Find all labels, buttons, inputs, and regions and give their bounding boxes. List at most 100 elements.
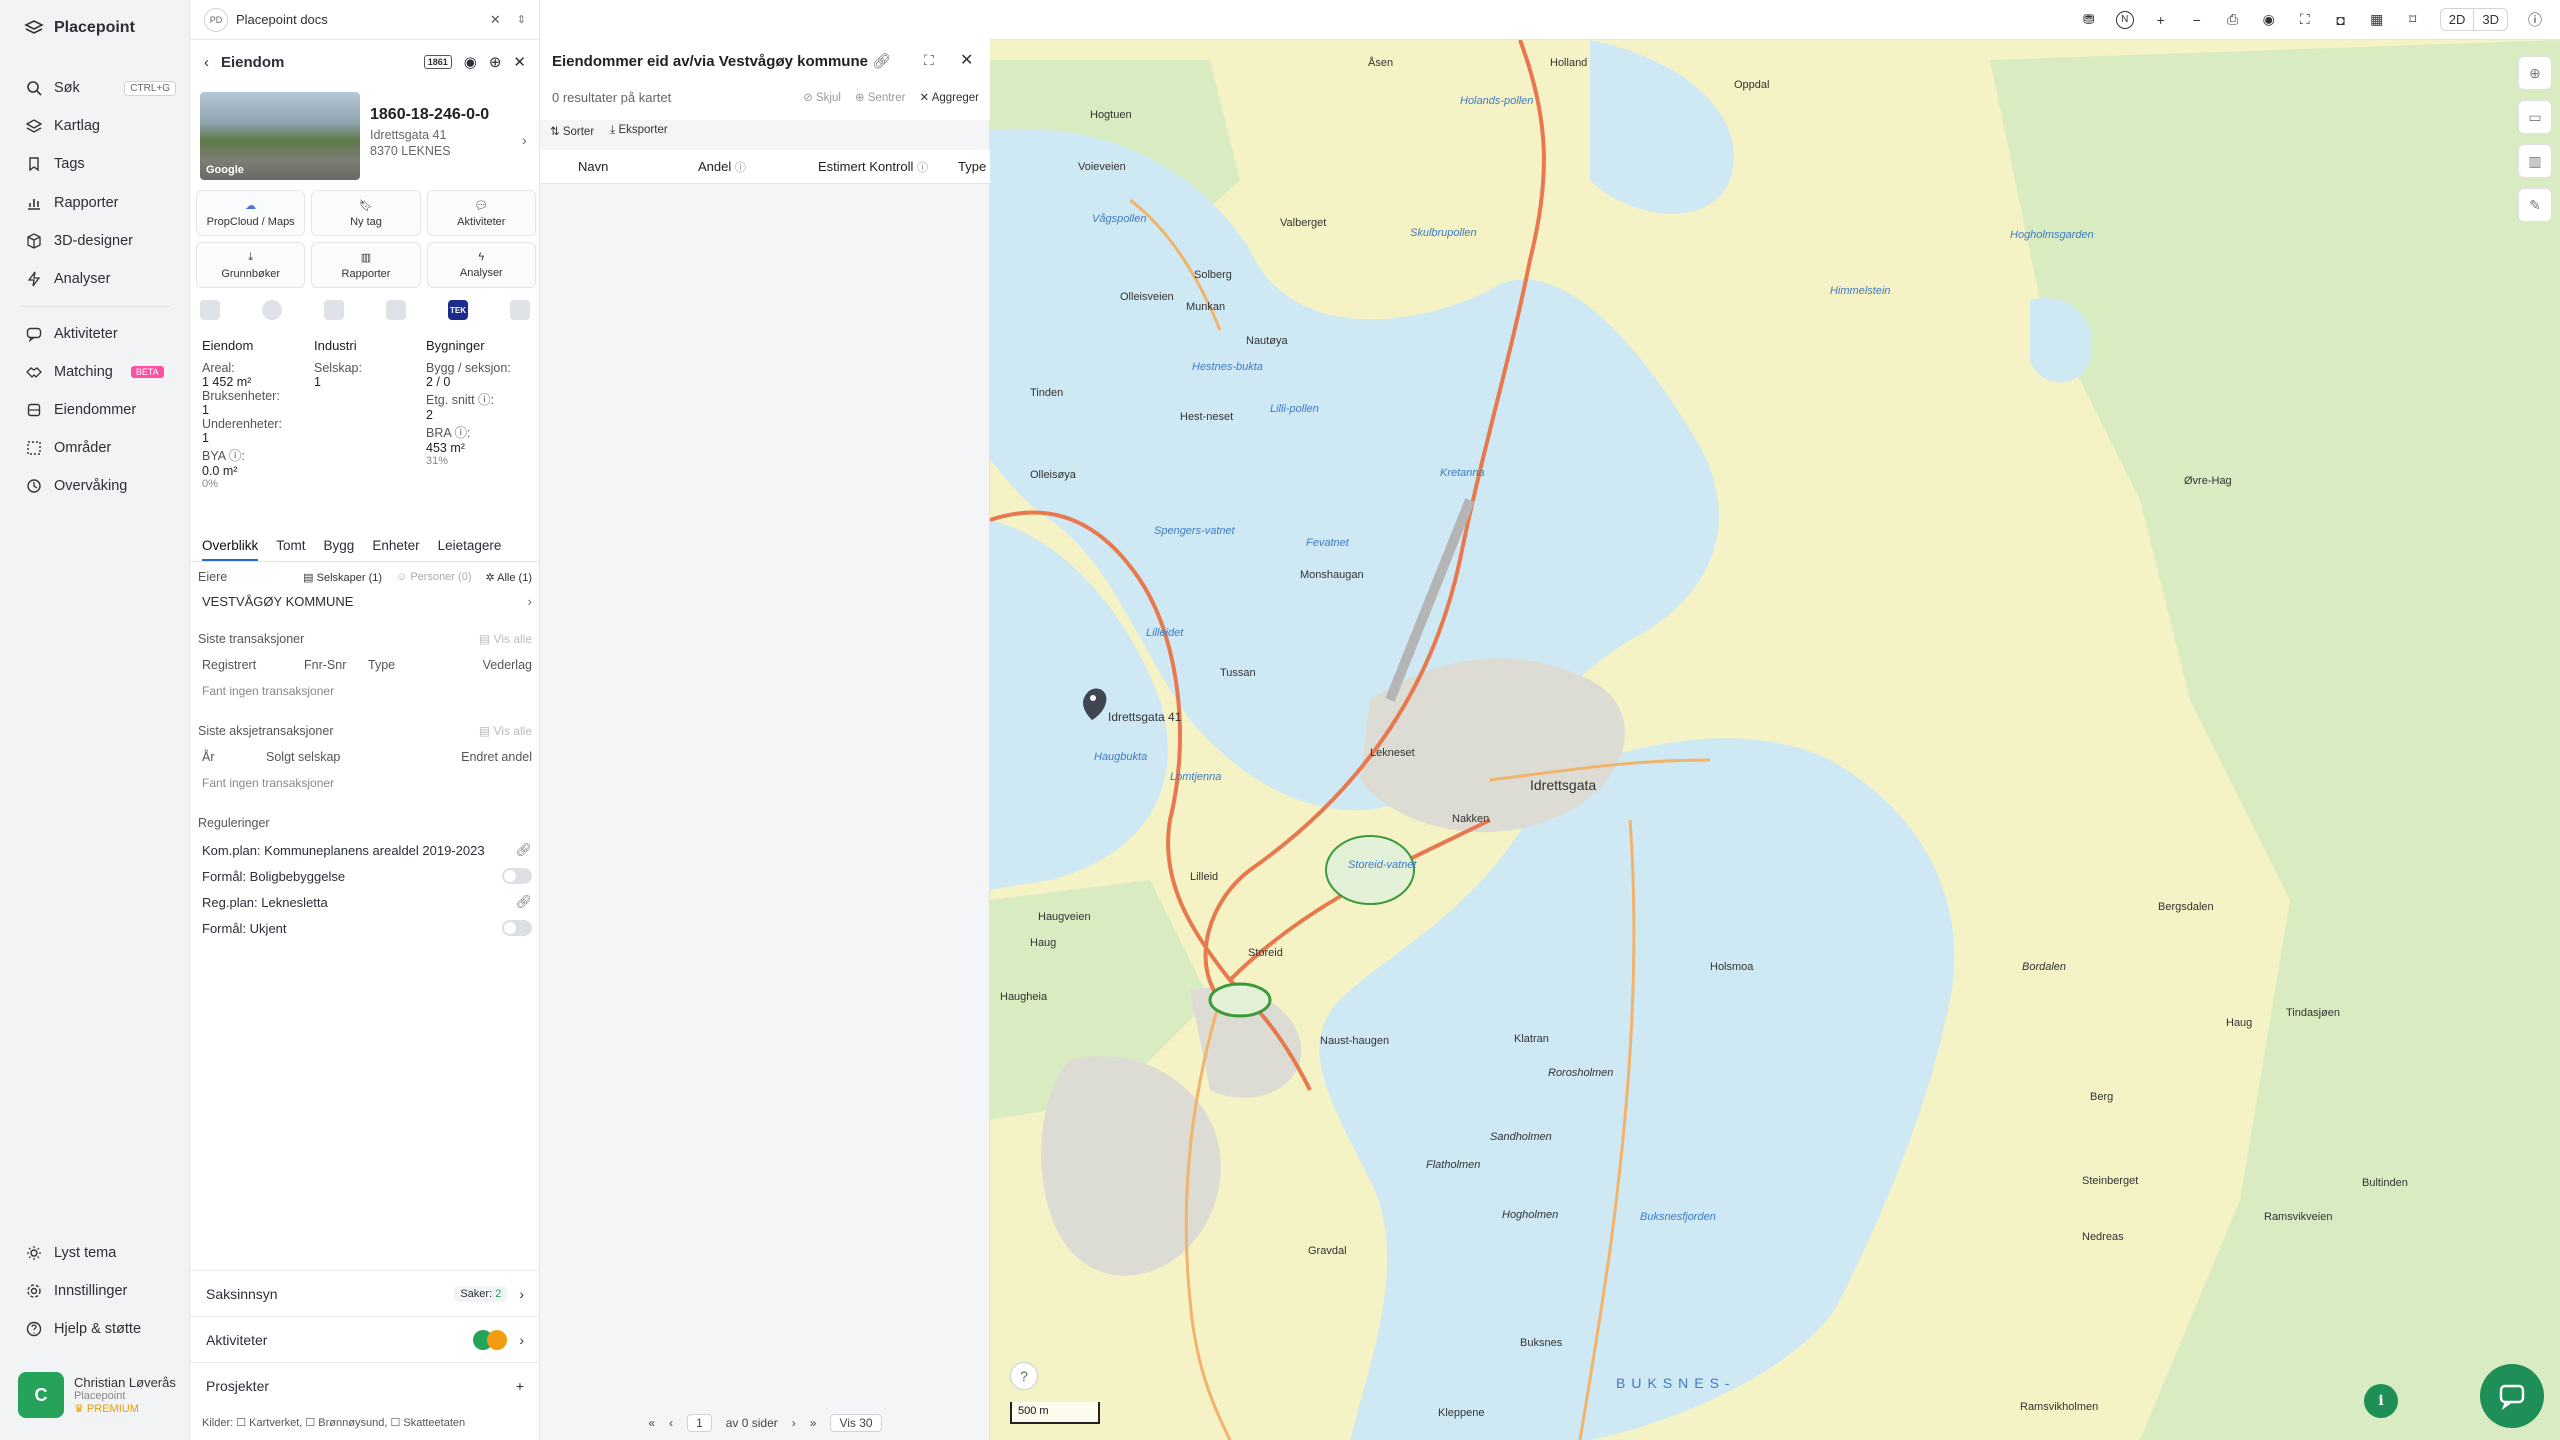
layer-toggle[interactable] (502, 868, 532, 884)
nav-item-omrader[interactable]: Områder (26, 434, 176, 462)
property-address[interactable]: 1860-18-246-0-0 Idrettsgata 41 8370 LEKN… (370, 106, 489, 158)
prev-page-icon[interactable]: ‹ (669, 1416, 673, 1430)
filter-all[interactable]: ✲ Alle (1) (485, 571, 532, 584)
close-icon[interactable]: ✕ (513, 53, 526, 71)
owner-row[interactable]: VESTVÅGØY KOMMUNE › (198, 594, 532, 609)
nav-item-innstillinger[interactable]: Innstillinger (26, 1277, 176, 1305)
layer-toggle[interactable] (502, 920, 532, 936)
nav-item-eiendommer[interactable]: Eiendommer (26, 396, 176, 424)
info-icon[interactable]: ⓘ (2526, 11, 2544, 29)
bookmark-icon[interactable]: ⌑ (2404, 11, 2422, 29)
next-page-icon[interactable]: › (792, 1416, 796, 1430)
map-canvas[interactable]: Idrettsgata 41 Åsen Holland Oppdal Hogtu… (990, 0, 2560, 1440)
close-icon[interactable]: ✕ (960, 50, 973, 70)
tab-bygg[interactable]: Bygg (324, 532, 355, 561)
matrikkel-icon[interactable]: 1861 (423, 55, 452, 69)
home-icon[interactable] (510, 300, 530, 320)
reports-button[interactable]: ▥ Rapporter (311, 242, 421, 288)
tab-enheter[interactable]: Enheter (372, 532, 419, 561)
first-page-icon[interactable]: « (648, 1416, 655, 1430)
map-help-button[interactable]: ? (1010, 1362, 1038, 1390)
prosjekter-row[interactable]: Prosjekter + (190, 1362, 540, 1408)
grid-icon[interactable]: ▦ (2368, 11, 2386, 29)
regulation-row[interactable]: Reg.plan: Leknesletta 🔗︎ (198, 894, 532, 910)
fullscreen-icon[interactable]: ⛶ (2296, 11, 2314, 29)
regulation-row[interactable]: Kom.plan: Kommuneplanens arealdel 2019-2… (198, 842, 532, 858)
fullscreen-icon[interactable]: ⛶ (924, 52, 934, 69)
zoom-out-icon[interactable]: − (2188, 11, 2206, 29)
map-control-chart[interactable]: ▥ (2518, 144, 2552, 178)
print-icon[interactable]: ⎙ (2224, 11, 2242, 29)
user-profile[interactable]: C Christian Løverås Placepoint ♛ PREMIUM (18, 1372, 176, 1418)
sort-button[interactable]: ⇅ Sorter (550, 124, 594, 138)
view-2d-button[interactable]: 2D (2440, 9, 2475, 30)
back-icon[interactable]: ‹ (204, 54, 209, 71)
nav-item-rapporter[interactable]: Rapporter (26, 189, 176, 217)
nav-item-tags[interactable]: Tags (26, 150, 176, 178)
compass-icon[interactable]: N (2115, 10, 2134, 29)
col-navn[interactable]: Navn (578, 159, 698, 174)
map-control-globe[interactable]: ⊕ (2518, 56, 2552, 90)
chart-icon (28, 199, 40, 210)
export-button[interactable]: ⤓ Eksporter (610, 124, 668, 138)
tab-overblikk[interactable]: Overblikk (202, 532, 259, 561)
street-view-photo[interactable]: Google (200, 92, 360, 180)
center-button[interactable]: ⊕ Sentrer (855, 90, 906, 104)
globe-icon[interactable] (262, 300, 282, 320)
nav-item-analyser[interactable]: Analyser (26, 265, 176, 293)
info-button[interactable]: i (2364, 1384, 2398, 1418)
col-estimert-kontroll[interactable]: Estimert Kontroll ⓘ (818, 159, 958, 175)
nav-item-3d-designer[interactable]: 3D-designer (26, 227, 176, 255)
saksinnsyn-row[interactable]: Saksinnsyn Saker: 2 › (190, 1270, 540, 1316)
tab-tomt[interactable]: Tomt (276, 532, 305, 561)
brand[interactable]: Placepoint (24, 18, 135, 38)
expand-collapse-icon[interactable]: ⇕ (517, 13, 526, 26)
grunnboker-button[interactable]: ⤓ Grunnbøker (196, 242, 306, 288)
chat-button[interactable] (2480, 1364, 2544, 1428)
nav-item-aktiviteter[interactable]: Aktiviteter (26, 320, 176, 348)
eye-icon[interactable]: ◉ (2260, 11, 2278, 29)
nav-item-kartlag[interactable]: Kartlag (26, 112, 176, 140)
grid-icon[interactable] (200, 300, 220, 320)
hide-button[interactable]: ⊘ Skjul (803, 90, 841, 104)
view-3d-button[interactable]: 3D (2474, 9, 2507, 30)
last-page-icon[interactable]: » (810, 1416, 817, 1430)
show-all-link[interactable]: ▤ Vis alle (479, 632, 532, 646)
plus-icon[interactable]: + (516, 1378, 524, 1394)
layers-icon[interactable]: ⛃ (2080, 11, 2098, 29)
add-circle-icon[interactable]: ⊕ (489, 53, 502, 71)
page-select[interactable]: 1 (687, 1414, 712, 1432)
tek-icon[interactable]: TEK (448, 300, 468, 320)
tab-leietagere[interactable]: Leietagere (438, 532, 502, 561)
nav-item-lyst-tema[interactable]: Lyst tema (26, 1239, 176, 1267)
nav-item-hjelp[interactable]: Hjelp & støtte (26, 1315, 176, 1343)
nav-item-overvaking[interactable]: Overvåking (26, 472, 176, 500)
workspace-tab[interactable]: PD Placepoint docs ✕ ⇕ (190, 0, 540, 40)
chevron-right-icon[interactable]: › (522, 132, 527, 148)
link-icon[interactable]: 🔗︎ (872, 53, 891, 70)
filter-companies[interactable]: ▤ Selskaper (1) (303, 571, 382, 584)
aggregate-button[interactable]: ✕ Aggreger (919, 90, 979, 104)
show-all-link[interactable]: ▤ Vis alle (479, 724, 532, 738)
bars-icon[interactable] (386, 300, 406, 320)
map-control-measure[interactable]: ▭ (2518, 100, 2552, 134)
activities-button[interactable]: 💬︎ Aktiviteter (426, 190, 536, 236)
link-icon[interactable]: 🔗︎ (515, 894, 532, 910)
close-icon[interactable]: ✕ (490, 12, 501, 28)
camera-icon[interactable]: ◘ (2332, 11, 2350, 29)
eye-icon[interactable]: ◉ (464, 53, 477, 71)
col-andel[interactable]: Andel ⓘ (698, 159, 818, 175)
analyses-button[interactable]: ϟ Analyser (426, 242, 536, 288)
zoom-in-icon[interactable]: + (2152, 11, 2170, 29)
aktiviteter-row[interactable]: Aktiviteter › (190, 1316, 540, 1362)
page-size-select[interactable]: Vis 30 (830, 1414, 882, 1432)
map-control-draw[interactable]: ✎ (2518, 188, 2552, 222)
col-type[interactable]: Type (958, 159, 986, 174)
nav-item-matching[interactable]: Matching BETA (26, 358, 176, 386)
new-tag-button[interactable]: 🔖︎ Ny tag (311, 190, 421, 236)
propcloud-button[interactable]: ☁ PropCloud / Maps (196, 190, 306, 236)
nav-item-sok[interactable]: Søk CTRL+G (26, 74, 176, 102)
factory-icon[interactable] (324, 300, 344, 320)
link-icon[interactable]: 🔗︎ (515, 842, 532, 858)
filter-persons[interactable]: ☺ Personer (0) (396, 571, 471, 583)
